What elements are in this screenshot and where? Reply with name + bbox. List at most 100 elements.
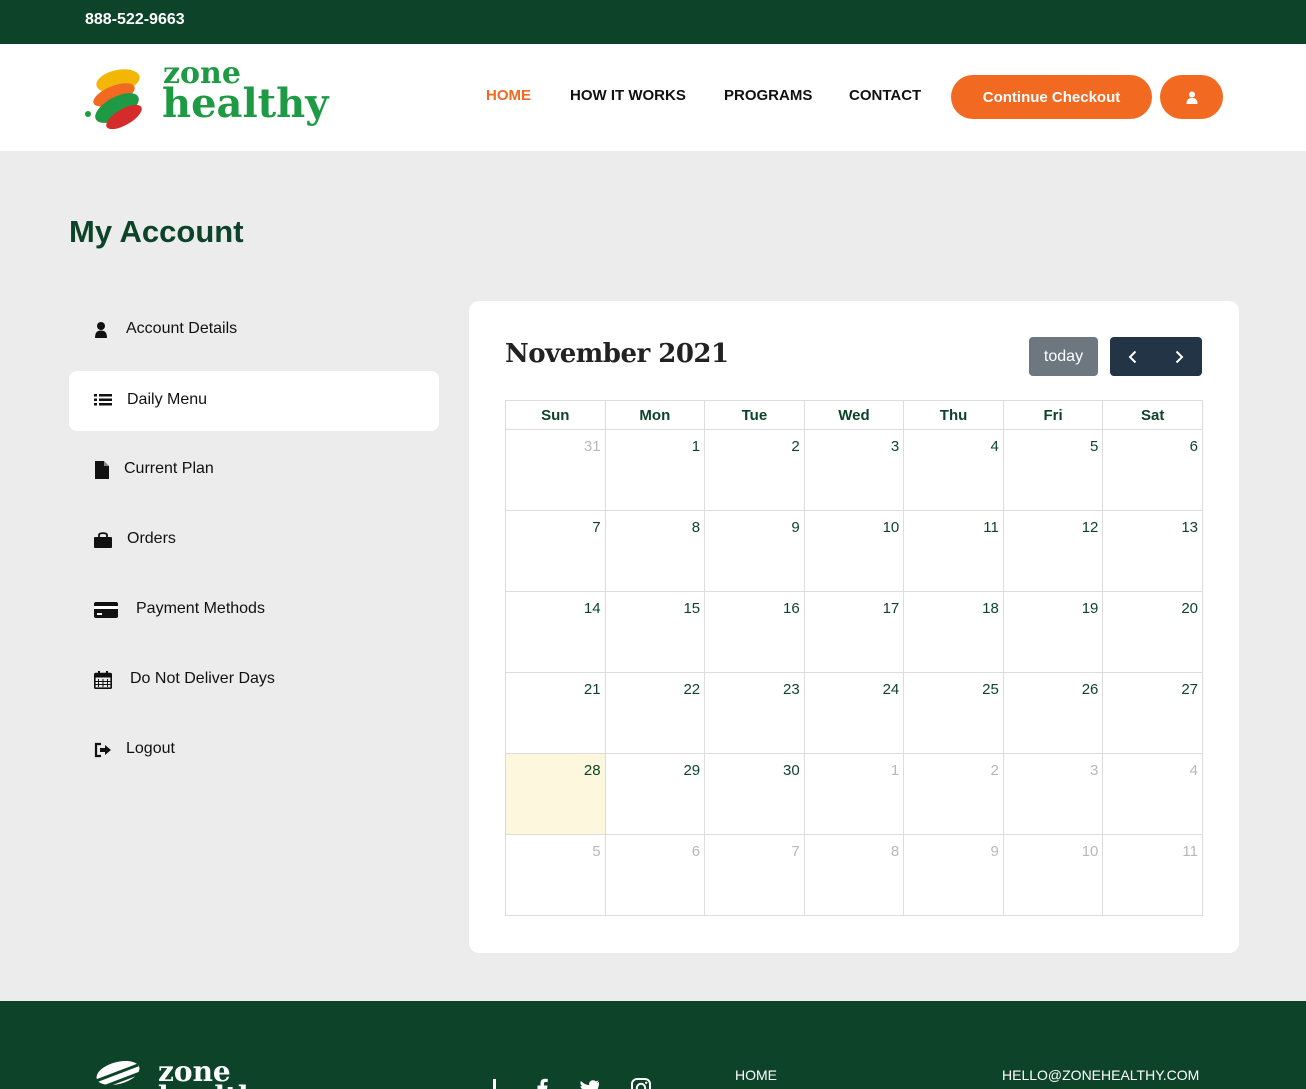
user-icon: [1186, 91, 1197, 104]
calendar-day-cell[interactable]: 8: [803, 834, 905, 916]
calendar-day-cell[interactable]: 22: [604, 672, 706, 754]
account-button[interactable]: [1160, 75, 1223, 119]
nav-how-it-works[interactable]: HOW IT WORKS: [570, 87, 686, 104]
calendar-day-cell[interactable]: 23: [704, 672, 805, 754]
sidebar-item-payment-methods[interactable]: Payment Methods: [69, 580, 439, 640]
sidebar-item-orders[interactable]: Orders: [69, 510, 439, 570]
sidebar-item-label: Current Plan: [124, 460, 214, 477]
twitter-icon[interactable]: [578, 1077, 600, 1089]
calendar-day-cell[interactable]: 11: [1102, 834, 1203, 916]
calendar-day-cell[interactable]: 7: [505, 510, 606, 592]
calendar-day-cell[interactable]: 4: [903, 429, 1004, 511]
calendar-day-cell[interactable]: 19: [1002, 591, 1104, 673]
calendar-day-cell[interactable]: 31: [505, 429, 606, 511]
calendar-day-cell[interactable]: 12: [1002, 510, 1104, 592]
weekday-header: Thu: [903, 400, 1004, 430]
calendar-day-cell[interactable]: 15: [604, 591, 706, 673]
sidebar-item-label: Orders: [127, 530, 176, 547]
calendar-day-cell[interactable]: 9: [704, 510, 805, 592]
calendar-day-cell[interactable]: 5: [505, 834, 606, 916]
weekday-header: Sun: [505, 400, 606, 430]
nav-programs[interactable]: PROGRAMS: [724, 87, 812, 104]
calendar-week-row: 14 15 16 17 18 19 20: [505, 591, 1203, 673]
calendar-day-cell[interactable]: 9: [903, 834, 1004, 916]
sidebar-item-account-details[interactable]: Account Details: [69, 300, 439, 360]
calendar-day-cell[interactable]: 1: [803, 753, 905, 835]
nav-contact[interactable]: CONTACT: [849, 87, 921, 104]
calendar-day-cell[interactable]: 26: [1002, 672, 1104, 754]
calendar-week-row: 7 8 9 10 11 12 13: [505, 510, 1203, 592]
sidebar-item-label: Do Not Deliver Days: [130, 670, 275, 687]
sidebar-item-current-plan[interactable]: Current Plan: [69, 440, 439, 500]
sidebar-item-label: Daily Menu: [127, 391, 208, 408]
yelp-icon[interactable]: [484, 1077, 506, 1089]
chevron-right-icon: [1175, 350, 1184, 363]
calendar-day-cell[interactable]: 10: [1002, 834, 1104, 916]
calendar-day-cell[interactable]: 29: [604, 753, 706, 835]
weekday-header: Wed: [803, 400, 905, 430]
sidebar-item-label: Logout: [126, 740, 175, 757]
footer-brand-logo[interactable]: zone healthy: [88, 1055, 288, 1089]
site-header: zone healthy HOME HOW IT WORKS PROGRAMS …: [0, 44, 1306, 151]
nav-home[interactable]: HOME: [486, 87, 531, 104]
top-bar: 888-522-9663: [0, 0, 1306, 44]
calendar-day-cell[interactable]: 10: [803, 510, 905, 592]
weekday-header: Tue: [704, 400, 805, 430]
calendar-day-cell[interactable]: 20: [1102, 591, 1203, 673]
calendar-day-cell[interactable]: 4: [1102, 753, 1203, 835]
sign-out-icon: [94, 742, 111, 758]
next-month-button[interactable]: [1156, 337, 1202, 376]
weekday-header-row: Sun Mon Tue Wed Thu Fri Sat: [505, 400, 1203, 430]
calendar-day-cell-today[interactable]: 28: [505, 753, 606, 835]
calendar-day-cell[interactable]: 13: [1102, 510, 1203, 592]
footer-email-link[interactable]: HELLO@ZONEHEALTHY.COM: [1002, 1067, 1199, 1083]
calendar-day-cell[interactable]: 1: [604, 429, 706, 511]
list-icon: [94, 394, 112, 406]
calendar-day-cell[interactable]: 24: [803, 672, 905, 754]
sidebar-item-label: Payment Methods: [136, 600, 265, 617]
calendar-day-cell[interactable]: 16: [704, 591, 805, 673]
brand-logo[interactable]: zone healthy: [84, 59, 328, 130]
footer-brand-wordmark: zone healthy: [158, 1055, 275, 1089]
credit-card-icon: [94, 602, 118, 618]
calendar-day-cell[interactable]: 8: [604, 510, 706, 592]
calendar-grid: Sun Mon Tue Wed Thu Fri Sat 31 1 2 3 4 5…: [505, 400, 1203, 916]
file-icon: [95, 461, 109, 479]
calendar-day-cell[interactable]: 3: [803, 429, 905, 511]
calendar-day-cell[interactable]: 7: [704, 834, 805, 916]
calendar-day-cell[interactable]: 11: [903, 510, 1004, 592]
calendar-day-cell[interactable]: 6: [604, 834, 706, 916]
calendar-day-cell[interactable]: 30: [704, 753, 805, 835]
calendar-day-cell[interactable]: 17: [803, 591, 905, 673]
calendar-day-cell[interactable]: 3: [1002, 753, 1104, 835]
page-title: My Account: [69, 214, 244, 249]
calendar-day-cell[interactable]: 14: [505, 591, 606, 673]
weekday-header: Mon: [604, 400, 706, 430]
footer-link-home[interactable]: HOME: [735, 1067, 777, 1083]
sidebar-item-do-not-deliver-days[interactable]: Do Not Deliver Days: [69, 650, 439, 710]
phone-number[interactable]: 888-522-9663: [85, 11, 185, 29]
facebook-icon[interactable]: [532, 1077, 554, 1089]
calendar-day-cell[interactable]: 2: [903, 753, 1004, 835]
calendar-day-cell[interactable]: 5: [1002, 429, 1104, 511]
calendar-title: November 2021: [505, 339, 729, 369]
calendar-day-cell[interactable]: 2: [704, 429, 805, 511]
calendar-day-cell[interactable]: 25: [903, 672, 1004, 754]
previous-month-button[interactable]: [1110, 337, 1156, 376]
instagram-icon[interactable]: [630, 1077, 652, 1089]
calendar-day-cell[interactable]: 18: [903, 591, 1004, 673]
calendar-week-row: 21 22 23 24 25 26 27: [505, 672, 1203, 754]
continue-checkout-button[interactable]: Continue Checkout: [951, 75, 1152, 119]
calendar-icon: [94, 671, 112, 689]
weekday-header: Sat: [1102, 400, 1203, 430]
today-button[interactable]: today: [1029, 337, 1098, 376]
sidebar-item-logout[interactable]: Logout: [69, 720, 439, 780]
calendar-day-cell[interactable]: 27: [1102, 672, 1203, 754]
chevron-left-icon: [1128, 350, 1137, 363]
weekday-header: Fri: [1002, 400, 1104, 430]
calendar-card: November 2021 today Sun Mon Tue Wed Thu …: [469, 301, 1239, 953]
calendar-day-cell[interactable]: 6: [1102, 429, 1203, 511]
shopping-bag-icon: [94, 532, 112, 548]
sidebar-item-daily-menu[interactable]: Daily Menu: [69, 371, 439, 431]
calendar-day-cell[interactable]: 21: [505, 672, 606, 754]
